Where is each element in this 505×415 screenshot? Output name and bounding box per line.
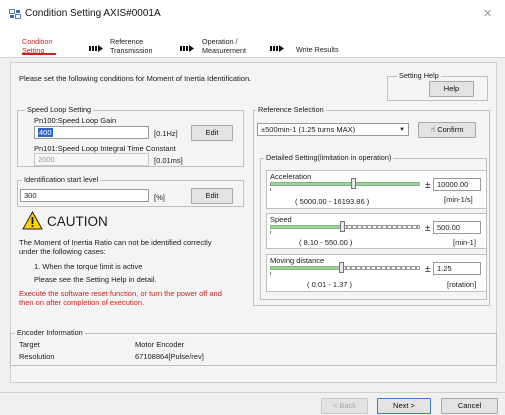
acceleration-label: Acceleration: [270, 172, 312, 181]
wizard-steps: Condition Setting Reference Transmission…: [0, 30, 505, 58]
speed-loop-gain-value: 400: [38, 128, 53, 137]
caution-title: CAUTION: [47, 214, 108, 229]
identification-label: Identification start level: [22, 175, 101, 184]
caution-case-1: 1. When the torque limit is active: [34, 262, 143, 271]
speed-input[interactable]: 500.00: [433, 221, 481, 234]
speed-slider-limit: [342, 225, 420, 229]
identification-input[interactable]: 300: [20, 189, 149, 202]
warning-icon: [22, 211, 43, 230]
identification-unit: [%]: [154, 193, 165, 202]
encoder-info-group: [10, 333, 497, 366]
distance-label: Moving distance: [270, 256, 325, 265]
pointer-hand-icon: ☝: [430, 125, 436, 134]
app-window-icon: [9, 9, 21, 19]
edit-identification-button[interactable]: Edit: [191, 188, 233, 204]
encoder-resolution-value: 67108864[Pulse/rev]: [135, 352, 204, 361]
speed-loop-gain-label: Pn100:Speed Loop Gain: [34, 116, 117, 125]
step-operation-measurement: Operation / Measurement: [202, 37, 246, 55]
speed-loop-label: Speed Loop Setting: [25, 105, 94, 114]
reference-dropdown-value: ±500min-1 (1.25 turns MAX): [261, 125, 356, 134]
reference-dropdown[interactable]: ±500min-1 (1.25 turns MAX) ▼: [257, 123, 409, 136]
distance-range: ( 0.01 - 1.37 ): [307, 280, 353, 289]
distance-unit: [rotation]: [447, 280, 477, 289]
speed-ticks: [270, 231, 420, 234]
distance-slider-limit: [341, 266, 420, 270]
help-button[interactable]: Help: [429, 81, 474, 97]
back-button[interactable]: < Back: [321, 398, 368, 414]
chevron-down-icon[interactable]: ▼: [399, 125, 405, 135]
step-arrow-icon: [180, 45, 194, 52]
distance-input[interactable]: 1.25: [433, 262, 481, 275]
acceleration-range: ( 5000.00 - 16193.86 ): [295, 197, 370, 206]
distance-slider-track: [270, 266, 341, 270]
setting-help-label: Setting Help: [397, 71, 441, 80]
window-title: Condition Setting AXIS#0001A: [25, 8, 161, 19]
caution-warning-2: then on after completion of execution.: [19, 298, 145, 307]
speed-range: ( 8.10 - 550.00 ): [299, 238, 353, 247]
next-button[interactable]: Next >: [377, 398, 431, 414]
caution-help-note: Please see the Setting Help in detail.: [34, 275, 157, 284]
acceleration-slider-track: [270, 182, 420, 186]
close-icon[interactable]: ✕: [483, 7, 492, 20]
encoder-target-value: Motor Encoder: [135, 340, 185, 349]
acceleration-pm: ±: [425, 180, 431, 191]
step-arrow-icon: [89, 45, 103, 52]
speed-loop-gain-unit: [0.1Hz]: [154, 129, 178, 138]
caution-line-1: The Moment of Inertia Ratio can not be i…: [19, 238, 212, 247]
step-reference-transmission: Reference Transmission: [110, 37, 153, 55]
integral-time-unit: [0.01ms]: [154, 156, 183, 165]
acceleration-unit: [min-1/s]: [444, 195, 473, 204]
distance-pm: ±: [425, 264, 431, 275]
speed-label: Speed: [270, 215, 292, 224]
step-write-results: Write Results: [296, 45, 339, 54]
encoder-resolution-label: Resolution: [19, 352, 55, 361]
encoder-target-label: Target: [19, 340, 40, 349]
title-bar: Condition Setting AXIS#0001A ✕: [0, 0, 505, 30]
caution-line-2: under the following cases:: [19, 247, 106, 256]
speed-loop-gain-input[interactable]: 400: [34, 126, 149, 139]
distance-ticks: [270, 272, 420, 275]
caution-warning-1: Execute the software reset function, or …: [19, 289, 222, 298]
cancel-button[interactable]: Cancel: [441, 398, 498, 414]
step-arrow-icon: [270, 45, 284, 52]
active-step-underline: [22, 53, 56, 55]
reference-selection-label: Reference Selection: [256, 105, 326, 114]
instructions-text: Please set the following conditions for …: [19, 74, 252, 83]
confirm-button[interactable]: ☝ Confirm: [418, 122, 476, 138]
speed-unit: [min-1]: [453, 238, 476, 247]
speed-pm: ±: [425, 223, 431, 234]
acceleration-ticks: [270, 188, 420, 191]
edit-gain-button[interactable]: Edit: [191, 125, 233, 141]
detailed-setting-label: Detailed Setting(limitation in operation…: [264, 153, 394, 162]
confirm-label: Confirm: [437, 125, 464, 134]
footer-separator: [0, 392, 505, 393]
integral-time-input: 2000: [34, 153, 149, 166]
encoder-info-label: Encoder Information: [15, 328, 85, 337]
speed-slider-track: [270, 225, 342, 229]
integral-time-label: Pn101:Speed Loop Integral Time Constant: [34, 144, 176, 153]
acceleration-input[interactable]: 10000.00: [433, 178, 481, 191]
